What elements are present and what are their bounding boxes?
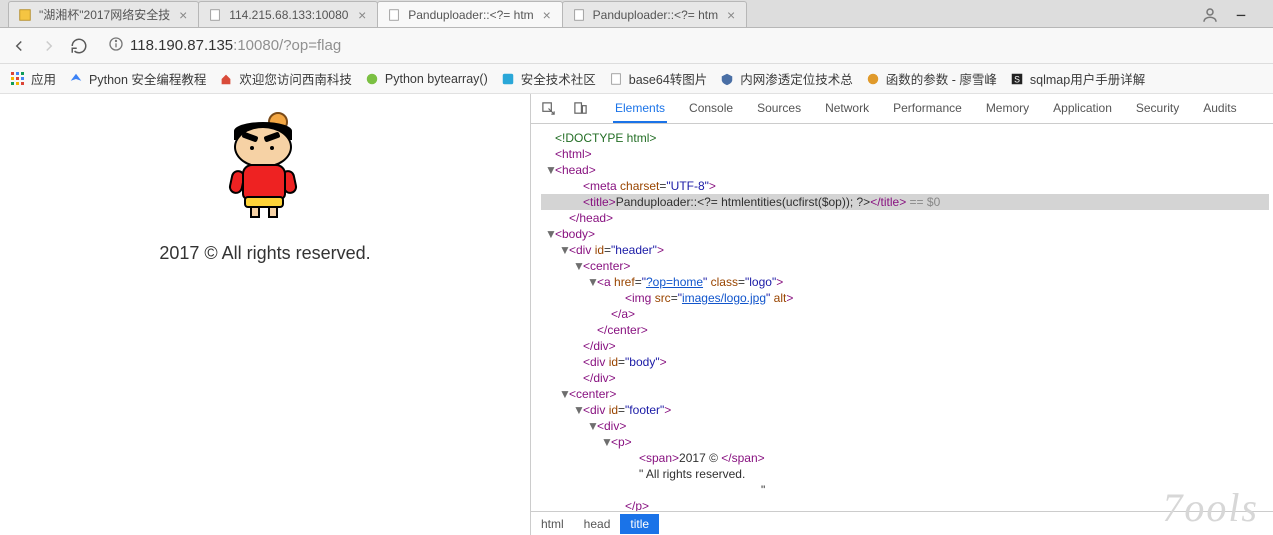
browser-tab[interactable]: "湖湘杯"2017网络安全技 × [8, 1, 199, 27]
url-text: 118.190.87.135:10080/?op=flag [130, 37, 341, 54]
favicon-icon [386, 7, 402, 23]
bookmark-item[interactable]: 内网渗透定位技术总 [719, 69, 853, 88]
bookmark-icon [500, 71, 516, 87]
favicon-icon [17, 7, 33, 23]
tab-title: Panduploader::<?= htm [593, 8, 718, 22]
devtools-toolbar: Elements Console Sources Network Perform… [531, 94, 1273, 124]
tab-title: Panduploader::<?= htm [408, 8, 533, 22]
apps-label: 应用 [31, 69, 56, 88]
bookmark-item[interactable]: Python 安全编程教程 [68, 69, 206, 88]
apps-icon [10, 71, 26, 87]
devtools-tab-console[interactable]: Console [687, 95, 735, 123]
forward-icon[interactable] [40, 37, 58, 55]
breadcrumb: html head title [531, 511, 1273, 535]
bookmark-icon [608, 71, 624, 87]
devtools-tabs: Elements Console Sources Network Perform… [613, 95, 1239, 123]
close-icon[interactable]: × [540, 7, 554, 23]
browser-tab[interactable]: Panduploader::<?= htm × [562, 1, 747, 27]
logo-image [220, 112, 310, 222]
browser-tab-strip: "湖湘杯"2017网络安全技 × 114.215.68.133:10080 × … [0, 0, 1273, 28]
bookmark-item[interactable]: Python bytearray() [364, 71, 488, 87]
svg-text:S: S [1014, 74, 1020, 84]
bookmark-item[interactable]: Ssqlmap用户手册详解 [1009, 69, 1145, 88]
reload-icon[interactable] [70, 37, 88, 55]
address-bar[interactable]: 118.190.87.135:10080/?op=flag [100, 32, 1263, 60]
devtools-tab-application[interactable]: Application [1051, 95, 1114, 123]
devtools-tab-audits[interactable]: Audits [1201, 95, 1238, 123]
page-content: 2017 © All rights reserved. [0, 94, 530, 535]
devtools-tab-performance[interactable]: Performance [891, 95, 964, 123]
tab-title: 114.215.68.133:10080 [229, 8, 349, 22]
devtools-panel: Elements Console Sources Network Perform… [530, 94, 1273, 535]
dom-tree[interactable]: <!DOCTYPE html> <html> ▼<head> <meta cha… [531, 124, 1273, 511]
crumb-head[interactable]: head [574, 514, 621, 534]
bookmark-item[interactable]: 安全技术社区 [500, 69, 596, 88]
tab-title: "湖湘杯"2017网络安全技 [39, 6, 170, 23]
selected-dom-node[interactable]: …<title>Panduploader::<?= htmlentities(u… [541, 194, 1269, 210]
devtools-tab-sources[interactable]: Sources [755, 95, 803, 123]
bookmark-icon [719, 71, 735, 87]
bookmark-icon: S [1009, 71, 1025, 87]
crumb-html[interactable]: html [531, 514, 574, 534]
bookmark-item[interactable]: base64转图片 [608, 69, 708, 88]
device-icon[interactable] [573, 101, 589, 117]
devtools-tab-memory[interactable]: Memory [984, 95, 1031, 123]
close-icon[interactable]: × [355, 7, 369, 23]
favicon-icon [207, 7, 223, 23]
back-icon[interactable] [10, 37, 28, 55]
browser-tab-active[interactable]: Panduploader::<?= htm × [377, 1, 562, 27]
info-icon[interactable] [108, 36, 124, 55]
user-icon[interactable] [1201, 6, 1215, 20]
navigation-bar: 118.190.87.135:10080/?op=flag [0, 28, 1273, 64]
devtools-tab-security[interactable]: Security [1134, 95, 1181, 123]
crumb-title[interactable]: title [620, 514, 659, 534]
browser-tab[interactable]: 114.215.68.133:10080 × [198, 1, 378, 27]
inspect-icon[interactable] [541, 101, 557, 117]
devtools-tab-elements[interactable]: Elements [613, 95, 667, 123]
favicon-icon [571, 7, 587, 23]
close-icon[interactable]: × [176, 7, 190, 23]
bookmark-icon [218, 71, 234, 87]
close-icon[interactable]: × [724, 7, 738, 23]
bookmark-icon [364, 71, 380, 87]
minimize-icon[interactable] [1235, 6, 1249, 20]
bookmark-icon [68, 71, 84, 87]
bookmarks-bar: 应用 Python 安全编程教程 欢迎您访问西南科技 Python bytear… [0, 64, 1273, 94]
copyright-text: 2017 © All rights reserved. [0, 243, 530, 264]
apps-button[interactable]: 应用 [10, 69, 56, 88]
bookmark-icon [865, 71, 881, 87]
devtools-tab-network[interactable]: Network [823, 95, 871, 123]
bookmark-item[interactable]: 欢迎您访问西南科技 [218, 69, 352, 88]
bookmark-item[interactable]: 函数的参数 - 廖雪峰 [865, 69, 997, 88]
